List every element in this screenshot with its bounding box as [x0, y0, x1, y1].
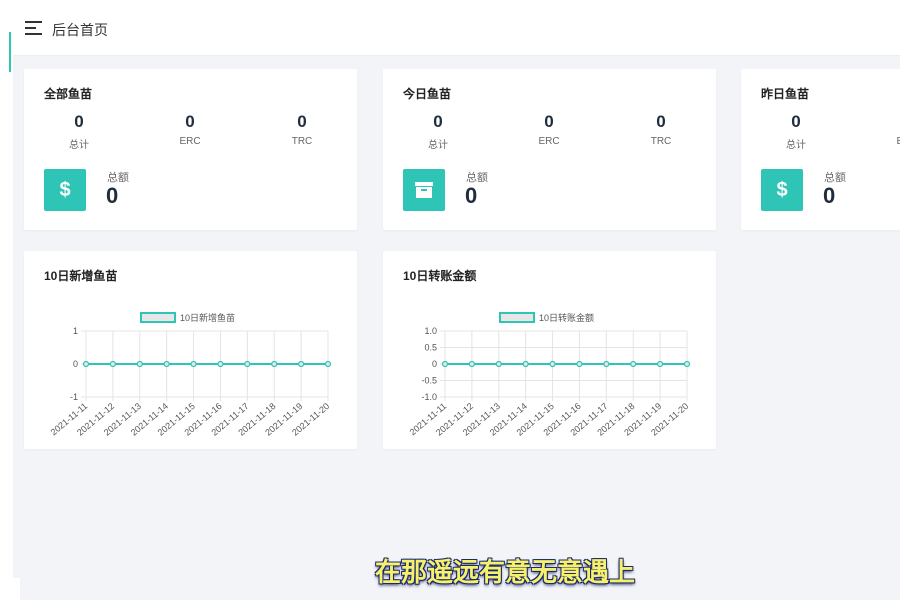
stat-trc: 0 TRC — [626, 112, 696, 147]
line-chart-new-fry: 10日新增鱼苗10-12021-11-112021-11-122021-11-1… — [49, 312, 332, 438]
total-value: 0 — [106, 183, 119, 208]
legend-label: 10日转账金额 — [539, 312, 594, 323]
stat-erc: 0 ERC — [155, 112, 225, 147]
data-point — [468, 360, 475, 368]
stat-card-all: 全部鱼苗 0 总计 0 ERC 0 TRC $ 总额 0 — [24, 69, 357, 230]
data-point — [522, 360, 529, 368]
active-indicator — [9, 32, 11, 72]
stat-value: 0 — [656, 112, 666, 131]
y-tick-label: 0.5 — [424, 343, 437, 353]
stat-value: 0 — [544, 112, 554, 131]
menu-toggle-icon[interactable] — [25, 21, 42, 35]
video-subtitle: 在那遥远有意无意遇上 — [374, 558, 635, 588]
stat-value: 0 — [791, 112, 801, 131]
top-header: 后台首页 — [13, 0, 900, 56]
page-title: 后台首页 — [52, 22, 108, 38]
stat-label: 总计 — [786, 140, 806, 151]
y-tick-label: 1.0 — [424, 326, 437, 336]
total-value: 0 — [823, 183, 836, 208]
dollar-icon: $ — [44, 169, 86, 211]
data-point — [244, 360, 251, 368]
data-point — [190, 360, 197, 368]
stat-label: ERC — [896, 136, 900, 147]
data-point — [576, 360, 583, 368]
stat-label: ERC — [538, 136, 560, 147]
card-title: 全部鱼苗 — [44, 87, 93, 101]
data-point — [163, 360, 170, 368]
stat-erc: 0 ERC — [872, 112, 900, 147]
data-point — [298, 360, 305, 368]
data-point — [495, 360, 502, 368]
stat-total: 0 总计 — [403, 112, 473, 151]
chart-card-transfer: 10日转账金额 10日转账金额 1.0 0.5 0 -0.5 -1.0 2021-11-11… — [383, 251, 716, 449]
stat-label: 总计 — [69, 140, 89, 151]
total-value: 0 — [465, 183, 478, 208]
stat-value: 0 — [297, 112, 307, 131]
stat-total: 0 总计 — [761, 112, 831, 151]
stat-card-yesterday: 昨日鱼苗 0 总计 0 ERC $ 总额 0 — [741, 69, 900, 230]
y-tick-label: -0.5 — [421, 376, 437, 386]
data-point — [82, 360, 90, 368]
stat-value: 0 — [433, 112, 443, 131]
y-tick-label: -1 — [70, 392, 78, 402]
data-point — [441, 360, 449, 368]
data-point — [630, 360, 637, 368]
data-point — [271, 360, 278, 368]
data-point — [549, 360, 556, 368]
dollar-icon: $ — [761, 169, 803, 211]
y-tick-label: 0 — [73, 359, 78, 369]
archive-icon — [403, 169, 445, 211]
y-tick-label: -1.0 — [421, 392, 437, 402]
legend-swatch — [140, 312, 176, 323]
stat-total: 0 总计 — [44, 112, 114, 151]
data-point — [109, 360, 116, 368]
stat-trc: 0 TRC — [267, 112, 337, 147]
y-tick-label: 0 — [432, 359, 437, 369]
stat-erc: 0 ERC — [514, 112, 584, 147]
y-tick-label: 1 — [73, 326, 78, 336]
legend-swatch — [499, 312, 535, 323]
card-title: 今日鱼苗 — [403, 87, 452, 101]
data-point — [136, 360, 143, 368]
data-point — [683, 360, 691, 368]
stat-value: 0 — [74, 112, 84, 131]
data-point — [603, 360, 610, 368]
card-title: 昨日鱼苗 — [761, 87, 810, 101]
stat-label: TRC — [650, 136, 672, 147]
data-point — [324, 360, 332, 368]
stat-value: 0 — [185, 112, 195, 131]
left-sidebar-edge — [0, 0, 13, 600]
chart-card-new-fry: 10日新增鱼苗 10日新增鱼苗 1 0 -1 2021-11-11 2021-11-12 2… — [24, 251, 357, 449]
stat-card-today: 今日鱼苗 0 总计 0 ERC 0 TRC 总额 0 — [383, 69, 716, 230]
data-point — [657, 360, 664, 368]
legend-label: 10日新增鱼苗 — [180, 312, 235, 323]
stat-label: 总计 — [428, 140, 448, 151]
stat-value: 0 — [872, 112, 900, 132]
line-chart-transfer: 10日转账金额1.00.50-0.5-1.02021-11-112021-11-… — [408, 312, 691, 438]
data-point — [217, 360, 224, 368]
stat-label: TRC — [291, 136, 313, 147]
stat-label: ERC — [179, 136, 201, 147]
